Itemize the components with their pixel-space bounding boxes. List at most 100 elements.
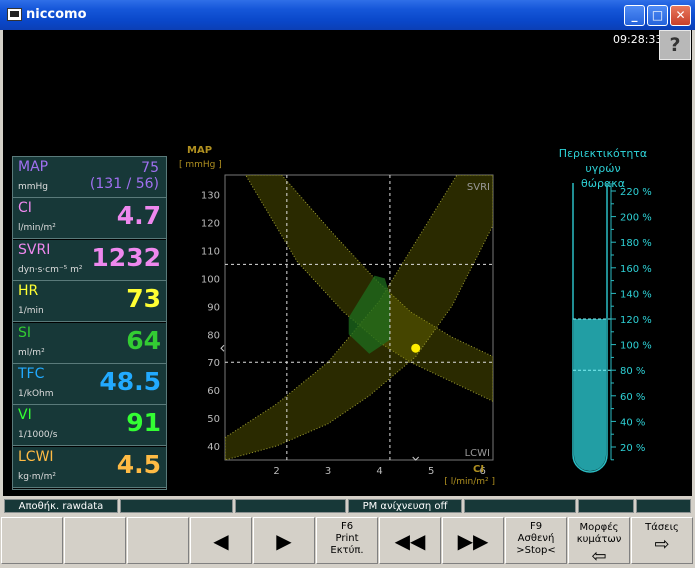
param-value: 1232: [91, 242, 161, 272]
param-ci: CI l/min/m² 4.7: [13, 198, 166, 240]
title-bar: niccomo _ □ ✕: [0, 0, 695, 30]
x-tick-label: 3: [325, 466, 331, 477]
y-tick-label: 50: [207, 414, 220, 425]
tfc-gauge: 220 % 200 % 180 % 160 % 140 % 120 % 100 % 80 % 6…: [572, 183, 652, 473]
tfc-tick-label: 140 %: [620, 289, 652, 300]
function-key-label: >Stop<: [516, 545, 556, 556]
param-map: MAP mmHg 75 (131 / 56): [13, 157, 166, 198]
function-key-label: Print: [335, 533, 359, 544]
y-tick-label: 60: [207, 386, 220, 397]
tfc-tick-label: 120 %: [620, 315, 652, 326]
param-value: 48.5: [99, 367, 161, 396]
window-title: niccomo: [26, 7, 87, 22]
param-unit: mmHg: [18, 182, 49, 192]
function-key-label: F9: [529, 521, 543, 532]
param-hr: HR 1/min 73: [13, 281, 166, 323]
x-tick-label: 2: [273, 466, 279, 477]
status-field: [120, 499, 233, 513]
tfc-tick-label: 100 %: [620, 341, 652, 352]
tfc-title-line1: Περιεκτικότητα υγρών: [558, 147, 648, 175]
function-key-label: F6: [340, 521, 354, 532]
param-tfc: TFC 1/kOhm 48.5: [13, 364, 166, 405]
function-key-1[interactable]: [1, 517, 63, 564]
function-key-label: Ασθενή: [517, 533, 555, 544]
param-value: 4.5: [116, 449, 161, 479]
param-value: 4.7: [116, 201, 161, 231]
function-key-2[interactable]: [64, 517, 126, 564]
param-si: SI ml/m² 64: [13, 322, 166, 364]
patient-point: [411, 343, 421, 353]
status-field: [636, 499, 691, 513]
tfc-tick-label: 160 %: [620, 264, 652, 275]
y-tick-label: 100: [201, 274, 220, 285]
function-key-9[interactable]: F9 Ασθενή >Stop<: [505, 517, 567, 564]
function-key-label: Εκτύπ.: [330, 545, 364, 556]
monitor-display: 09:28:33 ? MAP mmHg 75 (131 / 56) CI l/min/m²…: [3, 30, 692, 496]
tfc-tick-label: 60 %: [620, 392, 645, 403]
close-button[interactable]: ✕: [670, 5, 691, 26]
function-key-5[interactable]: ▶: [253, 517, 315, 564]
arrow-icon: ▶▶: [457, 529, 489, 553]
function-key-11[interactable]: Τάσεις ⇨: [631, 517, 693, 564]
status-field: [464, 499, 576, 513]
param-value: 91: [126, 408, 161, 438]
param-name: CI: [18, 200, 32, 217]
y-value-marker: [220, 344, 225, 352]
status-field: Αποθήκ. rawdata: [4, 499, 118, 513]
tfc-tick-label: 200 %: [620, 213, 652, 224]
param-name: SI: [18, 324, 32, 341]
app-icon: [7, 8, 22, 21]
arrow-icon: ⇨: [654, 534, 670, 555]
y-tick-label: 70: [207, 358, 220, 369]
tfc-fluid-level: [574, 319, 606, 471]
y-axis-label: MAP: [187, 145, 212, 156]
minimize-button[interactable]: _: [624, 5, 645, 26]
hemodynamic-chart: 4050607080901001101201302 3 4 5 6MAP[ mmHg ]…: [179, 145, 495, 485]
function-key-3[interactable]: [127, 517, 189, 564]
y-tick-label: 80: [207, 330, 220, 341]
svri-band-label: SVRI: [467, 182, 490, 193]
arrow-icon: ◀: [213, 529, 229, 553]
function-key-label: Τάσεις: [645, 522, 679, 533]
param-unit: dyn·s·cm⁻⁵ m²: [18, 264, 83, 275]
param-value: 73: [126, 284, 161, 314]
param-lcwi: LCWI kg·m/m² 4.5: [13, 446, 166, 488]
param-subvalue: (131 / 56): [89, 176, 159, 192]
param-name: VI: [18, 407, 32, 424]
clock: 09:28:33: [613, 33, 663, 46]
maximize-button[interactable]: □: [647, 5, 668, 26]
status-field: PM ανίχνευση off: [348, 499, 462, 513]
param-name: MAP: [18, 159, 49, 175]
help-button[interactable]: ?: [659, 30, 691, 60]
param-value: 64: [126, 325, 161, 355]
tfc-tick-label: 20 %: [620, 443, 645, 454]
function-key-10[interactable]: Μορφές κυμάτων ⇦: [568, 517, 630, 567]
param-unit: 1/min: [18, 306, 44, 317]
parameter-panel: MAP mmHg 75 (131 / 56) CI l/min/m² 4.7 SVRI dyn·…: [12, 156, 167, 490]
param-vi: VI 1/1000/s 91: [13, 405, 166, 447]
function-key-8[interactable]: ▶▶: [442, 517, 504, 564]
tfc-tick-label: 180 %: [620, 238, 652, 249]
arrow-icon: ⇦: [591, 546, 607, 567]
param-unit: 1/1000/s: [18, 430, 58, 441]
y-tick-label: 120: [201, 219, 220, 230]
param-name: SVRI: [18, 241, 51, 258]
status-field: [578, 499, 634, 513]
y-tick-label: 110: [201, 246, 220, 257]
function-key-6[interactable]: F6 Print Εκτύπ.: [316, 517, 378, 564]
y-axis-unit: [ mmHg ]: [179, 160, 222, 170]
function-key-bar: ◀ ▶ F6 Print Εκτύπ. ◀◀ ▶▶ F9 Ασθενή >Stop< Μορφές κ…: [0, 516, 695, 567]
status-field: [235, 499, 346, 513]
function-key-label: κυμάτων: [576, 534, 622, 545]
y-tick-label: 130: [201, 191, 220, 202]
param-name: TFC: [18, 366, 45, 382]
param-unit: ml/m²: [18, 347, 45, 358]
function-key-7[interactable]: ◀◀: [379, 517, 441, 564]
arrow-icon: ▶: [276, 529, 292, 553]
param-svri: SVRI dyn·s·cm⁻⁵ m² 1232: [13, 239, 166, 281]
param-unit: 1/kOhm: [18, 389, 54, 399]
param-unit: l/min/m²: [18, 223, 56, 234]
function-key-4[interactable]: ◀: [190, 517, 252, 564]
tfc-tick-label: 220 %: [620, 187, 652, 198]
arrow-icon: ◀◀: [394, 529, 426, 553]
